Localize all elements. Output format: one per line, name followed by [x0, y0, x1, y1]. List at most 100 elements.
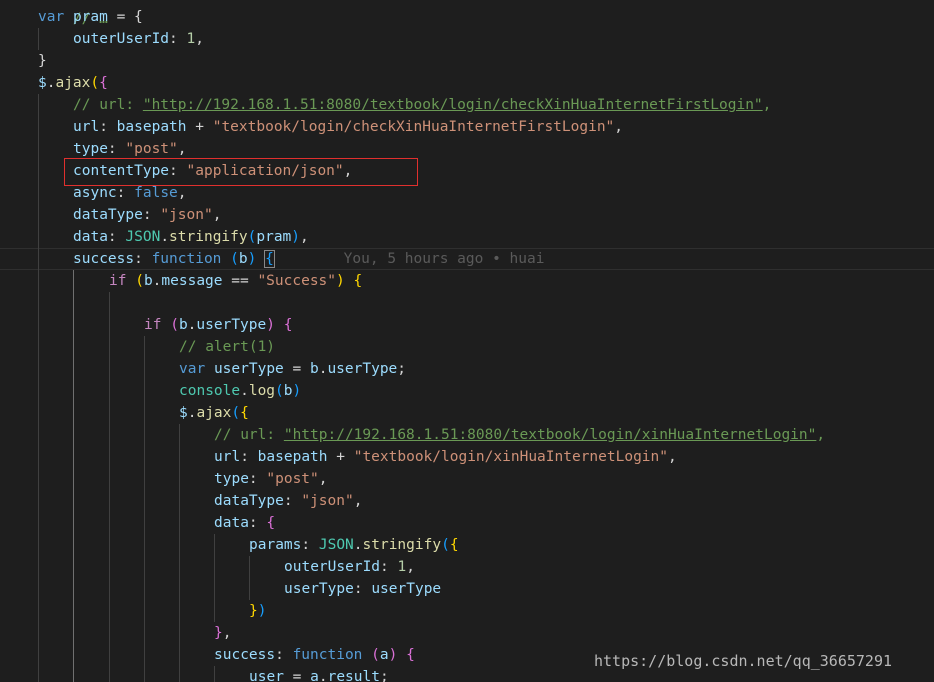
property: data [214, 515, 249, 531]
number: 1 [397, 559, 407, 575]
variable: a [310, 669, 319, 682]
variable: b [143, 273, 153, 289]
watermark: https://blog.csdn.net/qq_36657291 [594, 652, 893, 670]
class-name: JSON [125, 229, 161, 245]
parameter: a [379, 647, 389, 663]
property: contentType [73, 163, 170, 179]
code-line: }, [214, 625, 232, 641]
code-line: var userType = b.userType; [179, 361, 407, 377]
code-line: $.ajax({ [179, 405, 249, 421]
variable: pram [72, 9, 108, 25]
keyword: function [151, 251, 222, 267]
code-line: dataType: "json", [73, 207, 222, 223]
comment: // alert(1) [179, 339, 276, 355]
identifier: $ [38, 75, 47, 91]
property: userType [196, 317, 267, 333]
property: params [249, 537, 302, 553]
code-line: user = a.result; [249, 666, 389, 682]
property: success [214, 647, 276, 663]
variable: basepath [257, 449, 328, 465]
code-line: // url: "http://192.168.1.51:8080/textbo… [214, 427, 826, 443]
variable: basepath [116, 119, 187, 135]
property: dataType [73, 207, 143, 223]
code-line: dataType: "json", [214, 493, 363, 509]
code-line: var pram = { [38, 6, 143, 28]
function-name: ajax [196, 405, 232, 421]
code-line: contentType: "application/json", [73, 163, 353, 179]
variable: b [178, 317, 188, 333]
variable: userType [213, 361, 284, 377]
code-line: type: "post", [214, 471, 328, 487]
indent-guide-active [73, 270, 74, 682]
property: outerUserId [284, 559, 381, 575]
punctuation: } [38, 53, 47, 69]
string: "post" [125, 141, 178, 157]
variable: b [309, 361, 319, 377]
property: type [214, 471, 249, 487]
comment: // url: [73, 97, 143, 113]
code-line: } [38, 50, 47, 72]
code-line: url: basepath + "textbook/login/checkXin… [73, 119, 624, 135]
property: type [73, 141, 108, 157]
parameter: b [238, 251, 248, 267]
property: data [73, 229, 108, 245]
comment-url[interactable]: "http://192.168.1.51:8080/textbook/login… [284, 427, 817, 443]
keyword: if [109, 273, 127, 289]
code-line: outerUserId: 1, [284, 559, 415, 575]
code-line: async: false, [73, 185, 187, 201]
property: url [73, 119, 100, 135]
keyword: var [179, 361, 206, 377]
code-editor[interactable]: // … var pram = { outerUserId: 1, } $.aj… [0, 0, 934, 682]
string: "textbook/login/checkXinHuaInternetFirst… [212, 119, 615, 135]
identifier: console [179, 383, 241, 399]
code-line: url: basepath + "textbook/login/xinHuaIn… [214, 449, 677, 465]
indent-guide [109, 292, 110, 682]
keyword: if [144, 317, 162, 333]
function-name: log [248, 383, 276, 399]
string: "post" [266, 471, 319, 487]
code-line: data: { [214, 515, 276, 531]
variable: userType [371, 581, 442, 597]
property: userType [284, 581, 354, 597]
property: result [327, 669, 380, 682]
code-line: outerUserId: 1, [73, 31, 204, 47]
indent-guide [214, 534, 215, 622]
git-blame-annotation: You, 5 hours ago • huai [343, 251, 545, 267]
class-name: JSON [318, 537, 354, 553]
indent-guide [144, 336, 145, 682]
keyword: var [38, 9, 65, 25]
keyword: false [134, 185, 178, 201]
property: url [214, 449, 241, 465]
variable: user [249, 669, 284, 682]
code-line: success: function (a) { [214, 647, 415, 663]
string: "application/json" [186, 163, 344, 179]
code-line: // url: "http://192.168.1.51:8080/textbo… [73, 97, 772, 113]
punctuation: = { [107, 9, 143, 25]
property: dataType [214, 493, 284, 509]
string: "Success" [257, 273, 337, 289]
property: message [161, 273, 223, 289]
string: "json" [160, 207, 213, 223]
string: "json" [301, 493, 354, 509]
property: async [73, 185, 117, 201]
indent-guide [249, 556, 250, 600]
comment: // url: [214, 427, 284, 443]
comment-url[interactable]: "http://192.168.1.51:8080/textbook/login… [143, 97, 763, 113]
property: success [73, 251, 135, 267]
code-line: if (b.userType) { [144, 317, 293, 333]
code-line: $.ajax({ [38, 75, 108, 91]
keyword: function [292, 647, 363, 663]
string: "textbook/login/xinHuaInternetLogin" [353, 449, 668, 465]
code-line: }) [249, 603, 267, 619]
variable: b [283, 383, 293, 399]
code-line: userType: userType [284, 581, 442, 597]
function-name: stringify [169, 229, 248, 245]
code-line: console.log(b) [179, 383, 302, 399]
function-name: ajax [55, 75, 91, 91]
indent-guide [38, 94, 39, 682]
variable: pram [256, 229, 292, 245]
bracket-match: { [264, 250, 275, 268]
code-line: type: "post", [73, 141, 187, 157]
indent-guide [179, 424, 180, 682]
function-name: stringify [362, 537, 442, 553]
